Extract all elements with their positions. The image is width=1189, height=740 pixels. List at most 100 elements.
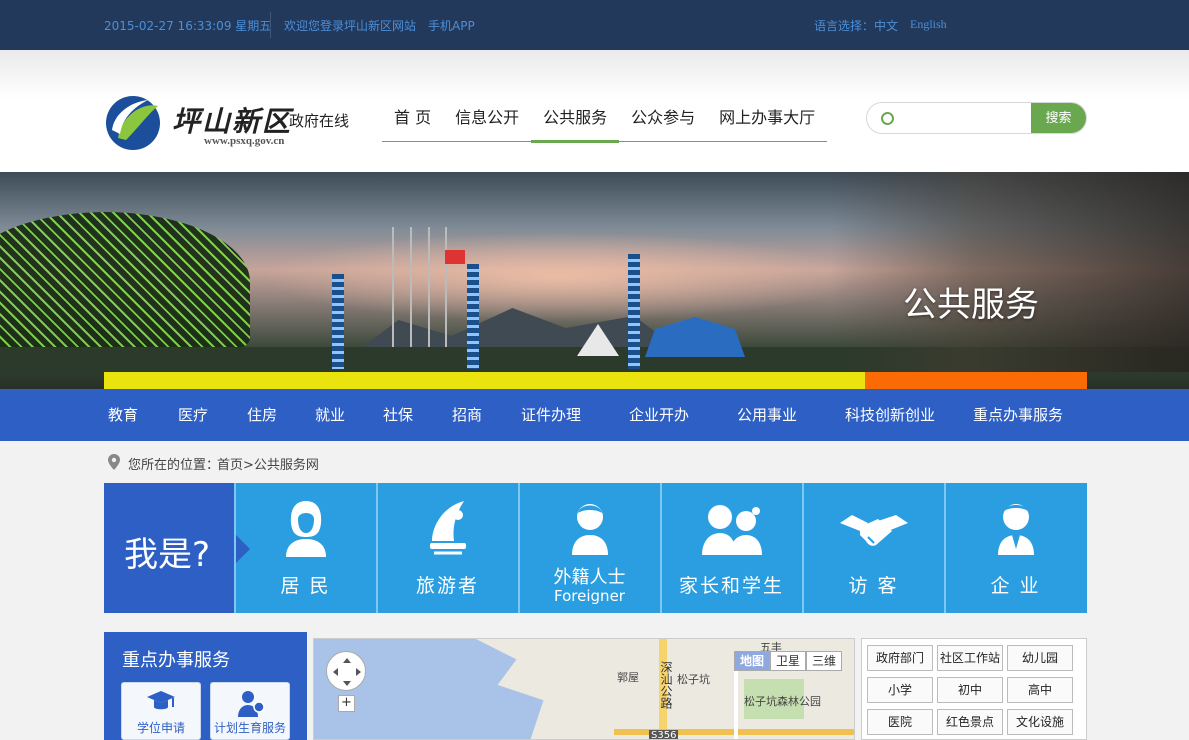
tile-visitor[interactable]: 访 客 — [802, 483, 943, 613]
main-nav: 首 页 信息公开 公共服务 公众参与 网上办事大厅 — [382, 106, 828, 143]
key-services-title: 重点办事服务 — [122, 650, 230, 671]
facility-hospitals[interactable]: 医院 — [867, 709, 933, 735]
tile-tourist[interactable]: 旅游者 — [376, 483, 517, 613]
tile-label: 家长和学生 — [678, 575, 784, 597]
language-english-link[interactable]: English — [910, 17, 947, 32]
facility-government-departments[interactable]: 政府部门 — [867, 645, 933, 671]
category-key-services[interactable]: 重点办事服务 — [973, 389, 1063, 441]
map-label-park: 松子坑森林公园 — [744, 695, 821, 708]
who-am-i-panel: 我是? 居 民 旅游者 外籍人士 Foreigner 家长和学生 访 客 企 业 — [104, 483, 1087, 613]
category-utilities[interactable]: 公用事业 — [737, 389, 797, 441]
map-label-road: 深汕公路 — [659, 661, 673, 709]
nav-public-service[interactable]: 公共服务 — [531, 106, 620, 143]
banner-sky — [260, 232, 860, 322]
search-button[interactable]: 搜索 — [1031, 103, 1086, 133]
facility-middle-schools[interactable]: 初中 — [937, 677, 1003, 703]
map-type-map[interactable]: 地图 — [734, 651, 770, 671]
light-pillar — [332, 274, 344, 369]
tile-sublabel: Foreigner — [554, 587, 625, 605]
map-label-songzikeng: 松子坑 — [677, 673, 710, 686]
facility-kindergartens[interactable]: 幼儿园 — [1007, 645, 1073, 671]
header: 坪山新区 政府在线 www.psxq.gov.cn 首 页 信息公开 公共服务 … — [0, 50, 1189, 172]
banner-trees — [830, 172, 1189, 372]
family-planning-label: 计划生育服务 — [213, 721, 286, 735]
map-label-guowu: 郭屋 — [617, 671, 639, 684]
facility-community-stations[interactable]: 社区工作站 — [937, 645, 1003, 671]
category-innovation[interactable]: 科技创新创业 — [845, 389, 935, 441]
banner-stadium — [0, 212, 250, 352]
pan-arrows-icon — [333, 658, 361, 686]
nav-online-service-hall[interactable]: 网上办事大厅 — [707, 106, 827, 141]
map-type-satellite[interactable]: 卫星 — [770, 651, 806, 671]
logo-subtitle: 政府在线 — [289, 112, 350, 130]
flagpole — [410, 227, 412, 367]
degree-application-label: 学位申请 — [136, 721, 185, 735]
nav-home[interactable]: 首 页 — [382, 106, 443, 141]
tile-resident[interactable]: 居 民 — [234, 483, 375, 613]
tile-label: 企 业 — [990, 575, 1041, 597]
logo-emblem-icon[interactable] — [104, 94, 162, 152]
tile-label: 居 民 — [280, 575, 331, 597]
category-investment[interactable]: 招商 — [452, 389, 482, 441]
light-pillar — [628, 254, 640, 369]
language-chinese-link[interactable]: 中文 — [874, 17, 898, 34]
category-employment[interactable]: 就业 — [315, 389, 345, 441]
breadcrumb-path[interactable]: 首页>公共服务网 — [217, 454, 319, 473]
nav-info-disclosure[interactable]: 信息公开 — [443, 106, 531, 141]
search-box: 搜索 — [866, 102, 1087, 134]
map-type-3d[interactable]: 三维 — [806, 651, 842, 671]
tile-foreigner[interactable]: 外籍人士 Foreigner — [518, 483, 659, 613]
category-education[interactable]: 教育 — [108, 389, 138, 441]
key-services-panel: 重点办事服务 学位申请 计划生育服务 — [104, 632, 307, 740]
nav-public-participation[interactable]: 公众参与 — [619, 106, 707, 141]
search-input[interactable] — [901, 108, 1029, 130]
foreigner-icon — [572, 504, 608, 555]
business-icon — [998, 504, 1034, 555]
family-planning-button[interactable]: 计划生育服务 — [210, 682, 290, 740]
tile-label: 访 客 — [848, 575, 899, 597]
banner-title: 公共服务 — [903, 285, 1039, 325]
category-medical[interactable]: 医疗 — [178, 389, 208, 441]
category-nav: 教育 医疗 住房 就业 社保 招商 证件办理 企业开办 公用事业 科技创新创业 … — [0, 389, 1189, 441]
category-social-security[interactable]: 社保 — [383, 389, 413, 441]
facility-primary-schools[interactable]: 小学 — [867, 677, 933, 703]
map-zoom-in-button[interactable]: + — [338, 695, 355, 712]
banner-stripe-orange — [865, 372, 1087, 389]
top-bar: 2015-02-27 16:33:09 星期五 欢迎您登录坪山新区网站 手机AP… — [0, 0, 1189, 50]
facility-filter-panel: 政府部门 社区工作站 幼儿园 小学 初中 高中 医院 红色景点 文化设施 — [861, 638, 1087, 740]
banner-stripe-yellow — [104, 372, 865, 389]
degree-application-button[interactable]: 学位申请 — [121, 682, 201, 740]
logo-name: 坪山新区 — [172, 105, 293, 138]
map-pan-control[interactable] — [326, 651, 366, 691]
tile-parents-students[interactable]: 家长和学生 — [660, 483, 801, 613]
mobile-app-link[interactable]: 手机APP — [428, 17, 475, 34]
facility-red-sites[interactable]: 红色景点 — [937, 709, 1003, 735]
facility-cultural[interactable]: 文化设施 — [1007, 709, 1073, 735]
family-planning-icon — [238, 691, 265, 717]
search-icon — [881, 112, 894, 125]
flag — [445, 250, 465, 264]
datetime: 2015-02-27 16:33:09 星期五 — [104, 19, 272, 33]
who-am-i-prompt: 我是? — [104, 483, 250, 613]
language-label: 语言选择： — [814, 19, 875, 33]
breadcrumb-label: 您所在的位置： — [128, 458, 220, 473]
parents-students-icon — [702, 505, 762, 555]
welcome-text: 欢迎您登录坪山新区网站 — [284, 19, 417, 33]
map-road — [734, 659, 738, 739]
facility-high-schools[interactable]: 高中 — [1007, 677, 1073, 703]
map-widget[interactable]: + 郭屋 松子坑 五丰 松子坑森林公园 深汕公路 S356 地图 卫星 三维 — [313, 638, 855, 740]
logo-url: www.psxq.gov.cn — [204, 135, 285, 147]
category-housing[interactable]: 住房 — [247, 389, 277, 441]
tile-business[interactable]: 企 业 — [944, 483, 1085, 613]
location-pin-icon — [108, 454, 120, 470]
handshake-icon — [840, 515, 908, 546]
map-label-s356: S356 — [649, 730, 679, 740]
category-certificates[interactable]: 证件办理 — [521, 389, 581, 441]
flagpole — [428, 227, 430, 367]
graduation-cap-icon — [147, 691, 175, 710]
category-business-setup[interactable]: 企业开办 — [629, 389, 689, 441]
banner-pavilion — [645, 317, 745, 357]
who-am-i-text: 我是? — [124, 535, 211, 575]
light-pillar — [467, 264, 479, 369]
tourist-icon — [430, 501, 466, 555]
